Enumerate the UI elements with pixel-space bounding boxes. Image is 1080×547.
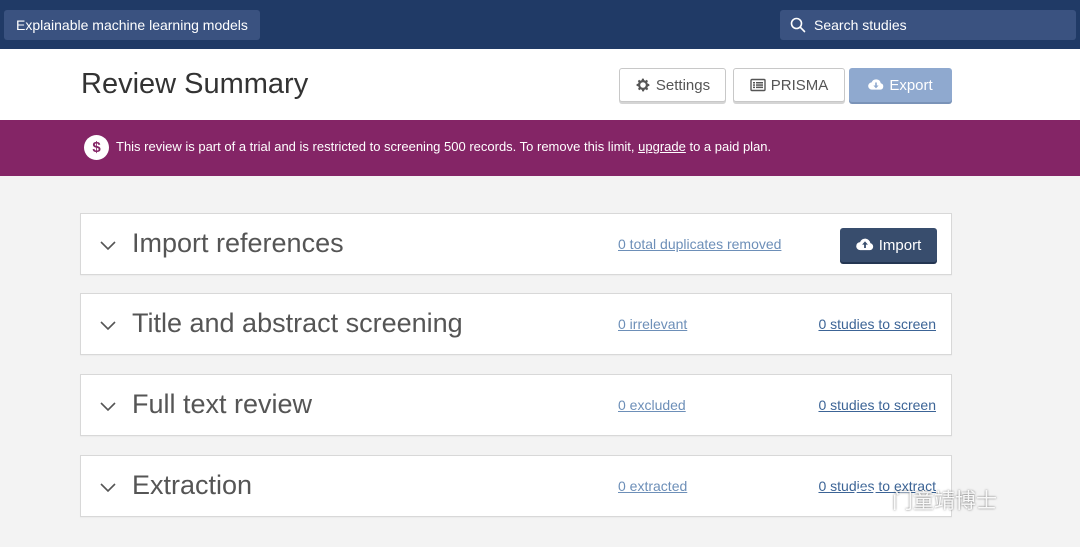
studies-to-screen-link[interactable]: 0 studies to screen xyxy=(818,316,936,332)
search-input[interactable] xyxy=(814,10,1064,40)
stage-import-references: Import references 0 total duplicates rem… xyxy=(80,213,952,275)
list-icon xyxy=(750,78,766,92)
stage-title[interactable]: Title and abstract screening xyxy=(132,308,463,339)
stage-title[interactable]: Extraction xyxy=(132,470,252,501)
search-icon xyxy=(790,17,806,33)
trial-banner: $ This review is part of a trial and is … xyxy=(0,120,1080,176)
top-navbar: Explainable machine learning models xyxy=(0,0,1080,49)
dollar-icon: $ xyxy=(84,135,109,160)
watermark: 门童靖博士 xyxy=(852,482,997,518)
upgrade-link[interactable]: upgrade xyxy=(638,139,686,154)
search-box[interactable] xyxy=(780,10,1076,40)
prisma-label: PRISMA xyxy=(770,76,829,94)
excluded-link[interactable]: 0 excluded xyxy=(618,397,686,413)
duplicates-removed-link[interactable]: 0 total duplicates removed xyxy=(618,236,781,252)
chevron-down-icon[interactable] xyxy=(99,478,117,496)
chevron-down-icon[interactable] xyxy=(99,236,117,254)
settings-label: Settings xyxy=(655,76,711,94)
cloud-upload-icon xyxy=(855,238,873,251)
gear-icon xyxy=(636,78,650,92)
stage-title[interactable]: Full text review xyxy=(132,389,312,420)
prisma-button[interactable]: PRISMA xyxy=(733,68,845,102)
stage-title-abstract-screening: Title and abstract screening 0 irrelevan… xyxy=(80,293,952,355)
stage-extraction: Extraction 0 extracted 0 studies to extr… xyxy=(80,455,952,517)
studies-to-screen-link[interactable]: 0 studies to screen xyxy=(818,397,936,413)
trial-message: This review is part of a trial and is re… xyxy=(116,139,772,154)
project-name-button[interactable]: Explainable machine learning models xyxy=(4,10,260,40)
settings-button[interactable]: Settings xyxy=(619,68,726,102)
stage-full-text-review: Full text review 0 excluded 0 studies to… xyxy=(80,374,952,436)
export-label: Export xyxy=(889,76,933,94)
chevron-down-icon[interactable] xyxy=(99,397,117,415)
page-header: Review Summary Settings PRISMA Export xyxy=(0,49,1080,120)
cloud-download-icon xyxy=(868,79,884,90)
extracted-link[interactable]: 0 extracted xyxy=(618,478,687,494)
import-button[interactable]: Import xyxy=(840,228,937,262)
irrelevant-link[interactable]: 0 irrelevant xyxy=(618,316,687,332)
wechat-icon xyxy=(853,487,884,512)
page-title: Review Summary xyxy=(81,68,309,100)
watermark-text: 门童靖博士 xyxy=(892,489,997,513)
stage-title[interactable]: Import references xyxy=(132,228,344,259)
import-label: Import xyxy=(878,236,922,254)
chevron-down-icon[interactable] xyxy=(99,316,117,334)
export-button[interactable]: Export xyxy=(849,68,952,102)
